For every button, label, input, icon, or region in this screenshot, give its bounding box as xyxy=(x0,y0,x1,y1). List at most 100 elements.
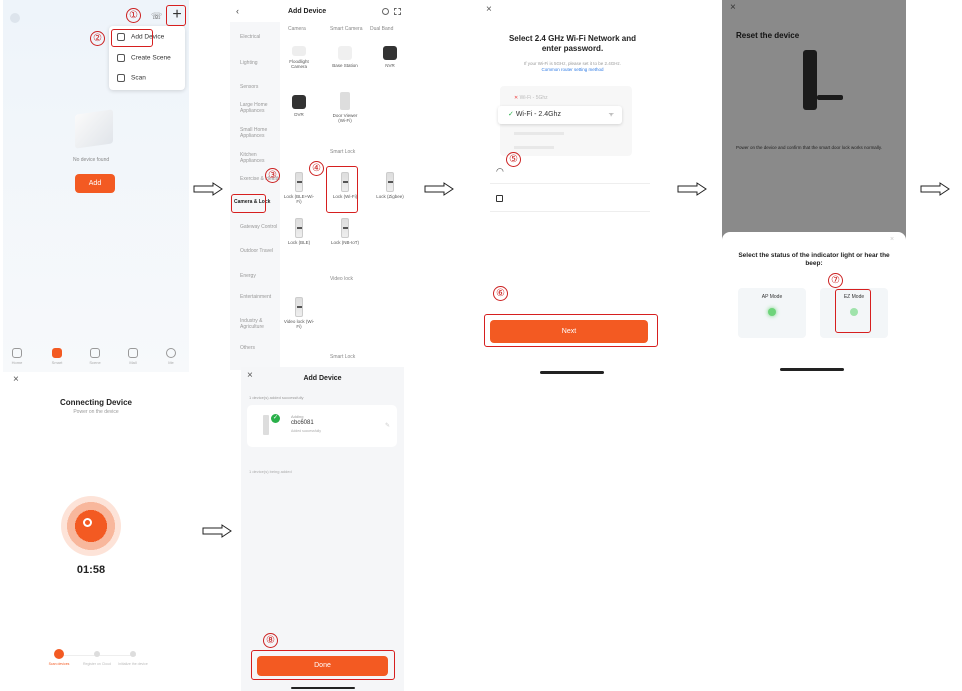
wifi-list-placeholder-1 xyxy=(514,132,564,135)
menu-create-scene[interactable]: Create Scene xyxy=(117,54,171,62)
cat-gateway[interactable]: Gateway Control xyxy=(240,224,280,230)
wifi-icon: ◠ xyxy=(496,166,504,176)
connecting-title: Connecting Device xyxy=(59,398,132,407)
cat-entertainment[interactable]: Entertainment xyxy=(240,294,280,300)
screen-connecting: × Connecting Device Power on the device … xyxy=(3,372,189,691)
added-summary: 1 device(s) added successfully xyxy=(249,395,304,400)
close-icon[interactable]: × xyxy=(486,4,492,15)
reset-title: Reset the device xyxy=(736,31,800,40)
product-floodlight-camera[interactable]: Floodlight Camera xyxy=(282,46,316,69)
lock-icon xyxy=(496,195,503,202)
screen-home: ☏ + Add Device Create Scene Scan No devi… xyxy=(3,0,189,373)
home-menu-icon[interactable] xyxy=(10,13,20,23)
step-3-marker: ③ xyxy=(265,168,280,183)
step-5-marker: ⑤ xyxy=(506,152,521,167)
lock-icon xyxy=(386,172,394,192)
cat-outdoor[interactable]: Outdoor Travel xyxy=(240,248,280,254)
section-smart-lock: Smart Lock xyxy=(330,149,356,155)
wifi-password-field[interactable] xyxy=(490,188,650,212)
top-label-dual-band: Dual Band xyxy=(370,26,394,32)
add-button[interactable]: Add xyxy=(75,174,115,193)
screen-add-device: ‹ Add Device Electrical Lighting Sensors… xyxy=(230,0,408,370)
wifi-title: Select 2.4 GHz Wi-Fi Network and enter p… xyxy=(508,34,637,53)
close-icon[interactable]: × xyxy=(13,374,19,385)
wifi-hint: If your Wi-Fi is 5GHz, please set it to … xyxy=(523,61,622,66)
wifi-5g-option[interactable]: ✕ Wi-Fi - 5Ghz xyxy=(514,95,548,101)
ez-mode-highlight xyxy=(835,289,871,333)
tab-smart[interactable]: Smart xyxy=(45,348,69,365)
base-station-icon xyxy=(338,46,352,60)
cat-kitchen[interactable]: Kitchen Appliances xyxy=(240,152,280,164)
product-lock-ble[interactable]: Lock (BLE) xyxy=(282,218,316,245)
tab-home[interactable]: Home xyxy=(5,348,29,365)
step-7-marker: ⑦ xyxy=(828,273,843,288)
top-label-smart-camera: Smart Camera xyxy=(330,26,363,32)
qr-scan-icon[interactable] xyxy=(394,8,401,15)
countdown-timer: 01:58 xyxy=(76,564,106,576)
success-check-icon: ✓ xyxy=(271,414,280,423)
sheet-title: Select the status of the indicator light… xyxy=(738,252,890,267)
cat-energy[interactable]: Energy xyxy=(240,273,280,279)
top-label-camera: Camera xyxy=(288,26,306,32)
edit-icon[interactable]: ✎ xyxy=(385,422,390,429)
home-icon xyxy=(12,348,22,358)
close-icon[interactable]: × xyxy=(730,2,736,13)
scan-icon xyxy=(117,74,125,82)
product-lock-nbiot[interactable]: Lock (NB-IoT) xyxy=(328,218,362,245)
auto-scan-icon[interactable] xyxy=(382,8,389,15)
screen-reset: × Reset the device Power on the device a… xyxy=(722,0,906,380)
bottom-tabbar: Home Smart Scene Mall Me xyxy=(3,340,189,373)
reset-instruction: Power on the device and confirm that the… xyxy=(736,145,882,150)
plus-highlight xyxy=(166,5,186,26)
flow-arrow-4 xyxy=(920,182,950,196)
progress-ring xyxy=(61,496,121,556)
empty-box-illustration xyxy=(75,109,113,149)
cat-large-appliances[interactable]: Large Home Appliances xyxy=(240,102,280,114)
flow-arrow-5 xyxy=(202,524,232,538)
back-icon[interactable]: ‹ xyxy=(236,6,239,16)
wifi-24-option[interactable]: ✓ Wi-Fi - 2.4Ghz ᯤ xyxy=(498,106,622,124)
router-setting-link[interactable]: Common router setting method xyxy=(500,67,645,72)
ap-mode-card[interactable]: AP Mode xyxy=(738,288,806,338)
step-dot-active xyxy=(54,649,64,659)
smart-icon xyxy=(52,348,62,358)
product-lock-ble-wifi[interactable]: Lock (BLE+Wi-Fi) xyxy=(282,172,316,204)
scene-tab-icon xyxy=(90,348,100,358)
done-highlight xyxy=(251,650,395,680)
section-smart-lock-2: Smart Lock xyxy=(330,354,356,360)
home-indicator xyxy=(540,371,604,374)
product-door-viewer[interactable]: Door Viewer (Wi-Fi) xyxy=(328,92,362,123)
product-dvr[interactable]: DVR xyxy=(282,95,316,117)
product-base-station[interactable]: Base Station xyxy=(328,46,362,68)
tab-mall[interactable]: Mall xyxy=(121,348,145,365)
lock-icon xyxy=(295,218,303,238)
product-lock-zigbee[interactable]: Lock (Zigbee) xyxy=(373,172,407,199)
lock-device-icon xyxy=(263,415,269,435)
menu-scan[interactable]: Scan xyxy=(117,74,146,82)
progress-step-3: Initialize the device xyxy=(115,651,151,666)
video-lock-icon xyxy=(295,297,303,317)
me-icon xyxy=(166,348,176,358)
tab-me[interactable]: Me xyxy=(159,348,183,365)
cat-sensors[interactable]: Sensors xyxy=(240,84,280,90)
sheet-close-icon[interactable]: × xyxy=(890,236,894,243)
step-dot xyxy=(130,651,136,657)
cat-industry[interactable]: Industry & Agriculture xyxy=(240,318,280,330)
lock-wifi-highlight xyxy=(326,166,358,213)
flow-arrow-3 xyxy=(677,182,707,196)
product-video-lock[interactable]: Video lock (Wi-Fi) xyxy=(282,297,316,329)
empty-text: No device found xyxy=(73,157,110,163)
added-title: Add Device xyxy=(303,375,342,382)
progress-step-1: Scan devices xyxy=(41,649,77,666)
voice-icon[interactable]: ☏ xyxy=(151,11,162,22)
step-2-marker: ② xyxy=(90,31,105,46)
home-indicator xyxy=(780,368,844,371)
cat-small-appliances[interactable]: Small Home Appliances xyxy=(240,127,280,139)
mall-icon xyxy=(128,348,138,358)
product-nvr[interactable]: NVR xyxy=(373,46,407,68)
tab-scene[interactable]: Scene xyxy=(83,348,107,365)
cat-electrical[interactable]: Electrical xyxy=(240,34,280,40)
cat-others[interactable]: Others xyxy=(240,345,280,351)
device-card[interactable]: ✓ Adding cbc6081 Added successfully ✎ xyxy=(247,405,397,447)
cat-lighting[interactable]: Lighting xyxy=(240,60,280,66)
